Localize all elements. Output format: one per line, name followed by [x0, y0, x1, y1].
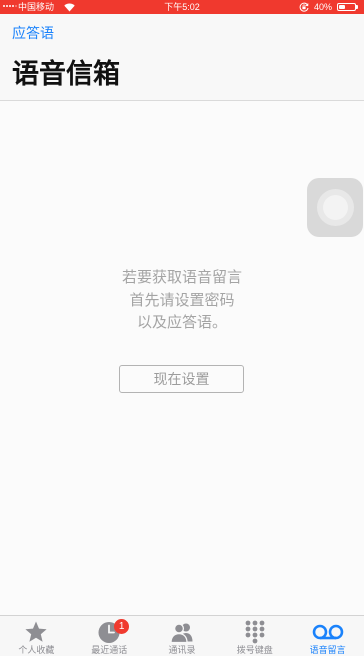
- rotation-lock-icon: [299, 2, 309, 12]
- page-title: 语音信箱: [12, 59, 120, 89]
- signal-dots-icon: [3, 5, 18, 8]
- signal-dot: [14, 5, 18, 8]
- tab-recents[interactable]: 1 最近通话: [73, 616, 146, 656]
- tab-favorites[interactable]: 个人收藏: [0, 616, 73, 656]
- status-bar: 中国移动 下午5:02 40%: [0, 0, 364, 14]
- empty-state-line: 若要获取语音留言: [121, 269, 242, 286]
- battery-level-fill: [339, 5, 345, 9]
- star-icon: [25, 621, 47, 642]
- empty-state-message: 若要获取语音留言 首先请设置密码 以及应答语。: [0, 267, 364, 335]
- recents-badge: 1: [114, 619, 130, 634]
- tab-bar: 个人收藏 1 最近通话 通讯录 拨号键盘 语音留言: [0, 615, 364, 656]
- battery-percent: 40%: [314, 2, 333, 12]
- tab-voicemail[interactable]: 语音留言: [291, 616, 364, 656]
- assistive-touch-core: [323, 195, 348, 220]
- signal-dot: [11, 5, 15, 8]
- tab-label: 个人收藏: [18, 645, 55, 655]
- tab-label: 通讯录: [168, 645, 196, 655]
- greeting-button[interactable]: 应答语: [12, 25, 54, 41]
- tab-keypad[interactable]: 拨号键盘: [218, 616, 291, 656]
- voicemail-icon: [312, 624, 343, 640]
- tab-label: 拨号键盘: [236, 645, 273, 655]
- set-up-now-button[interactable]: 现在设置: [119, 365, 244, 393]
- empty-state-line: 以及应答语。: [136, 314, 227, 331]
- battery-icon: [337, 3, 356, 11]
- tab-contacts[interactable]: 通讯录: [146, 616, 219, 656]
- tab-label: 语音留言: [309, 645, 346, 655]
- battery-cap: [356, 5, 358, 9]
- carrier-name: 中国移动: [18, 2, 55, 12]
- keypad-icon: [245, 620, 265, 644]
- empty-state-line: 首先请设置密码: [129, 291, 235, 309]
- tab-label: 最近通话: [91, 645, 128, 655]
- wifi-icon: [64, 3, 75, 12]
- navigation-bar: 应答语 语音信箱: [0, 14, 364, 100]
- voicemail-content: [0, 101, 364, 615]
- contacts-icon: [170, 623, 193, 644]
- assistive-touch-icon[interactable]: [307, 178, 363, 237]
- status-time: 下午5:02: [164, 2, 200, 12]
